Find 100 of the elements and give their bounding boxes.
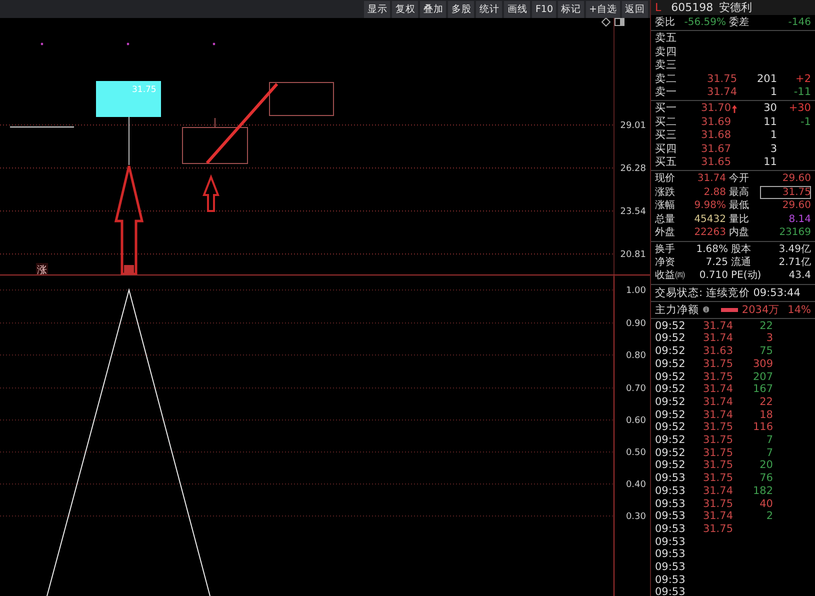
trade-time: 09:53 [655,548,685,562]
market-tag: L [655,1,662,14]
trade-volume: 167 [752,383,773,396]
field-value: 3.49亿 [778,242,811,256]
trade-price: 31.75 [702,472,733,485]
trade-volume: 2 [765,510,773,523]
field-label: 外盘 [655,226,676,240]
trade-status: 交易状态: 连续竞价 09:53:44 [651,284,815,302]
indicator-axis-label: 0.90 [626,319,646,329]
stock-code: 605198 [671,1,714,14]
trade-volume: 116 [752,421,773,434]
trade-price: 31.75 [702,370,733,384]
field-label: 内盘 [729,226,750,240]
field-value: 22263 [693,226,726,240]
trade-volume: 22 [758,320,773,332]
trade-time: 09:52 [655,358,685,371]
level-volume: 1 [769,129,777,143]
trade-time: 09:52 [655,370,685,384]
field-value: 43.4 [788,269,811,283]
level-label: 买四 [655,142,678,156]
field-label: 现价 [655,172,676,186]
toolbar-button[interactable]: 统计 [476,1,502,18]
field-value: 0.710 [698,269,728,283]
level-label: 卖一 [655,86,678,100]
toolbar-button[interactable]: +自选 [586,1,620,18]
price-axis-label: 26.28 [620,164,646,174]
field-label: 换手 [655,242,676,256]
panel-toggle-icon[interactable] [614,18,624,26]
field-label: 最低 [729,199,750,213]
info-icon[interactable] [703,305,710,314]
trade-price: 31.63 [702,345,733,358]
indicator-axis-label: 0.70 [626,384,646,394]
field-value: 9.98% [693,199,726,213]
trade-price: 31.74 [702,332,733,346]
trade-volume: 182 [752,484,773,498]
level-label: 卖三 [655,59,678,73]
diamond-icon[interactable] [601,18,611,27]
field-value: 2.71亿 [778,256,811,270]
indicator-axis-label: 0.40 [626,480,646,490]
trade-price: 31.74 [702,383,733,396]
trade-time: 09:53 [655,522,685,536]
field-label: 量比 [729,212,750,226]
field-label: 最高 [729,186,750,200]
toolbar-button[interactable]: 叠加 [420,1,446,18]
field-value: 7.25 [704,256,728,270]
candle-price-label: 31.75 [132,85,156,95]
candlestick [269,82,334,116]
indicator-axis-label: 0.30 [626,512,646,522]
level-price: 31.74 [706,86,737,100]
flow-label: 主力净额 [655,302,699,317]
toolbar-button[interactable]: 复权 [392,1,418,18]
trade-price: 31.75 [702,358,733,371]
trade-volume: 75 [758,345,773,358]
trade-time: 09:52 [655,383,685,396]
field-value: -56.59% [683,16,726,30]
level-label: 卖四 [655,46,678,59]
candlestick [182,118,248,164]
trade-time: 09:53 [655,536,685,548]
level-price: 31.67 [700,142,731,156]
field-label: 委比 [655,16,676,30]
field-label: 股本 [731,242,752,256]
toolbar-button[interactable]: 画线 [504,1,530,18]
trade-volume: 20 [758,459,773,472]
up-arrow-icon [202,174,220,212]
trade-time: 09:52 [655,446,685,460]
level-volume: 1 [769,86,777,100]
field-value: 8.14 [788,212,811,226]
trade-volume: 40 [758,498,773,510]
trade-volume: 7 [765,446,773,460]
trade-volume: 18 [758,408,773,422]
field-value: 31.75 [760,186,811,200]
indicator-axis-label: 1.00 [626,286,646,296]
field-label: PE(动) [731,269,762,283]
level-price: 31.70 [700,102,731,116]
toolbar-button[interactable]: F10 [532,1,556,18]
level-price: 31.65 [700,156,731,170]
level-price: 31.69 [700,116,731,130]
level-label: 买五 [655,156,678,170]
toolbar-button[interactable]: 多股 [448,1,474,18]
trade-time: 09:52 [655,320,685,332]
trade-volume: 3 [765,332,773,346]
marker-dot [212,42,216,46]
field-value: 31.74 [696,172,726,186]
field-label: 涨跌 [655,186,676,200]
flow-percent: 14% [788,302,811,317]
trade-time: 09:52 [655,396,685,409]
toolbar-button[interactable]: 标记 [558,1,584,18]
level-label: 卖二 [655,72,678,86]
trade-price: 31.74 [702,510,733,523]
toolbar-button[interactable]: 返回 [622,1,648,18]
level-change: +30 [788,102,811,116]
toolbar-button[interactable]: 显示 [364,1,390,18]
trade-time: 09:52 [655,345,685,358]
price-axis-label: 29.01 [620,121,646,131]
level-volume: 3 [769,142,777,156]
trade-volume: 7 [765,434,773,447]
field-label: 流通 [731,256,752,270]
trade-time: 09:53 [655,510,685,523]
field-label: 涨幅 [655,199,676,213]
indicator-axis-label: 0.50 [626,448,646,458]
